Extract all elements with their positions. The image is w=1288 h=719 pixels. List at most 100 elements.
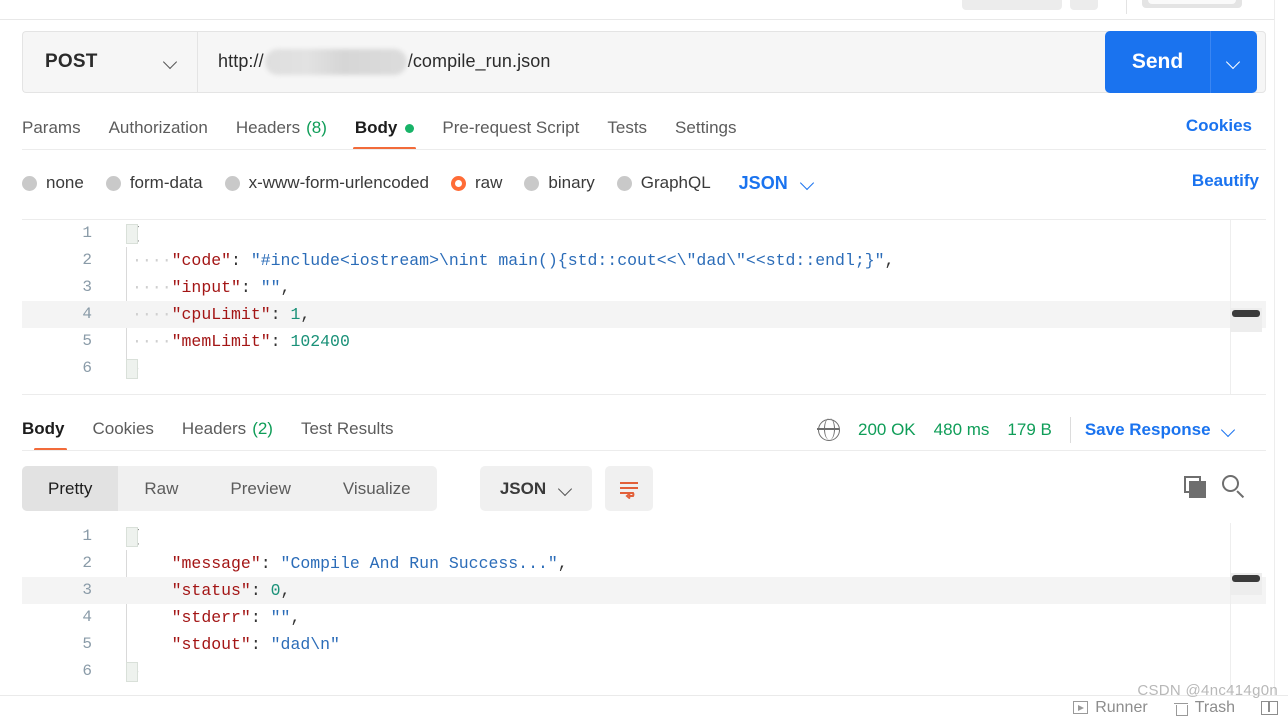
code-text: ····"cpuLimit": 1, bbox=[132, 305, 311, 324]
fold-marker[interactable] bbox=[126, 662, 138, 682]
response-tab-test-results[interactable]: Test Results bbox=[287, 409, 408, 449]
body-type-graphql[interactable]: GraphQL bbox=[616, 173, 711, 193]
fold-marker[interactable] bbox=[126, 527, 138, 547]
view-mode-label: Pretty bbox=[48, 478, 93, 498]
code-line: 1{ bbox=[22, 523, 1266, 550]
body-type-label: form-data bbox=[129, 173, 203, 192]
top-cropped-toolbar bbox=[0, 0, 1288, 20]
fold-marker[interactable] bbox=[126, 359, 138, 379]
request-tab-params[interactable]: Params bbox=[22, 108, 95, 148]
response-body-viewer[interactable]: 1{2 "message": "Compile And Run Success.… bbox=[22, 523, 1266, 695]
request-body-editor[interactable]: 1{2 ····"code": "#include<iostream>\nint … bbox=[22, 219, 1266, 395]
body-type-form-data[interactable]: form-data bbox=[105, 173, 203, 193]
play-icon bbox=[1073, 701, 1089, 714]
request-scroll-track[interactable] bbox=[1230, 220, 1266, 394]
trash-button[interactable]: Trash bbox=[1173, 699, 1235, 717]
body-type-x-www-form-urlencoded[interactable]: x-www-form-urlencoded bbox=[224, 173, 429, 193]
code-text: "status": 0, bbox=[171, 581, 291, 600]
url-suffix: /compile_run.json bbox=[407, 50, 551, 71]
search-button[interactable] bbox=[1222, 475, 1248, 501]
response-status: 200 OK bbox=[858, 420, 916, 439]
request-tab-authorization[interactable]: Authorization bbox=[95, 108, 222, 148]
request-tab-tests[interactable]: Tests bbox=[593, 108, 661, 148]
line-number: 4 bbox=[82, 305, 92, 323]
radio-icon[interactable] bbox=[524, 175, 540, 191]
search-icon bbox=[1222, 475, 1239, 492]
request-tab-headers[interactable]: Headers (8) bbox=[222, 108, 341, 148]
layout-toggle-button[interactable] bbox=[1261, 700, 1278, 715]
response-tab-label: Cookies bbox=[92, 419, 154, 438]
body-type-binary[interactable]: binary bbox=[524, 173, 595, 193]
body-type-none[interactable]: none bbox=[22, 173, 84, 193]
response-tab-headers[interactable]: Headers (2) bbox=[168, 409, 287, 449]
code-line: 2 ····"code": "#include<iostream>\nint ma… bbox=[22, 247, 1266, 274]
response-tab-count: (2) bbox=[252, 419, 273, 438]
request-tab-settings[interactable]: Settings bbox=[661, 108, 750, 148]
response-tab-bar: Body Cookies Headers (2) Test Results bbox=[22, 409, 842, 451]
search-icon-handle bbox=[1236, 490, 1245, 499]
request-tab-pre-request-script[interactable]: Pre-request Script bbox=[428, 108, 593, 148]
response-tab-body[interactable]: Body bbox=[22, 409, 79, 451]
code-text: "stderr": "", bbox=[171, 608, 301, 627]
copy-button[interactable] bbox=[1184, 476, 1210, 502]
request-tab-label: Authorization bbox=[108, 118, 208, 137]
http-method-label: POST bbox=[45, 51, 98, 72]
right-rail bbox=[1274, 0, 1288, 719]
radio-icon[interactable] bbox=[224, 175, 240, 191]
request-tab-label: Headers bbox=[235, 118, 301, 137]
response-horizontal-scrollbar[interactable] bbox=[1232, 575, 1260, 582]
response-format-label: JSON bbox=[499, 478, 547, 498]
response-view-mode-group: Pretty Raw Preview Visualize bbox=[22, 466, 437, 511]
request-tab-label: Params bbox=[22, 118, 81, 137]
runner-button[interactable]: Runner bbox=[1073, 699, 1148, 717]
response-format-dropdown[interactable]: JSON bbox=[480, 466, 592, 511]
view-mode-preview[interactable]: Preview bbox=[204, 466, 316, 511]
code-line: 1{ bbox=[22, 220, 1266, 247]
send-button-group[interactable]: Send bbox=[1105, 31, 1257, 93]
code-line: 4 ····"cpuLimit": 1, bbox=[22, 301, 1266, 328]
chevron-down-icon bbox=[802, 177, 814, 189]
radio-icon[interactable] bbox=[451, 175, 467, 191]
request-horizontal-scrollbar[interactable] bbox=[1232, 310, 1260, 317]
url-prefix: http:// bbox=[218, 50, 264, 71]
response-toolbar: Pretty Raw Preview Visualize JSON bbox=[22, 466, 1266, 512]
line-number: 1 bbox=[82, 224, 92, 242]
request-tab-body[interactable]: Body bbox=[341, 108, 429, 150]
tab-divider bbox=[22, 149, 1266, 150]
globe-icon bbox=[817, 418, 840, 441]
response-scroll-track[interactable] bbox=[1230, 523, 1266, 695]
send-button[interactable]: Send bbox=[1105, 31, 1210, 93]
code-line: 5 ····"memLimit": 102400 bbox=[22, 328, 1266, 355]
view-mode-label: Raw bbox=[144, 478, 179, 498]
request-tab-bar: Params Authorization Headers (8) Body Pre-req… bbox=[22, 108, 1266, 150]
wrap-lines-button[interactable] bbox=[605, 466, 653, 511]
layout-icon bbox=[1261, 700, 1278, 715]
response-code-lines: 1{2 "message": "Compile And Run Success.… bbox=[22, 523, 1266, 685]
radio-icon[interactable] bbox=[105, 175, 121, 191]
send-options-button[interactable] bbox=[1211, 31, 1257, 93]
view-mode-label: Preview bbox=[230, 478, 291, 498]
raw-format-dropdown[interactable]: JSON bbox=[739, 173, 814, 194]
postman-window: POST http:// /compile_run.json Send Param… bbox=[0, 0, 1288, 719]
http-method-dropdown[interactable]: POST bbox=[22, 31, 197, 93]
response-tab-label: Body bbox=[22, 419, 65, 438]
response-divider bbox=[22, 450, 1266, 451]
chevron-down-icon[interactable] bbox=[1223, 424, 1235, 436]
url-redacted-host bbox=[264, 49, 407, 75]
save-response-button[interactable]: Save Response bbox=[1085, 420, 1211, 440]
request-url-bar: POST http:// /compile_run.json bbox=[22, 31, 1266, 93]
line-number: 1 bbox=[82, 527, 92, 545]
fold-marker[interactable] bbox=[126, 224, 138, 244]
body-type-label: GraphQL bbox=[640, 173, 711, 192]
beautify-button[interactable]: Beautify bbox=[1192, 171, 1259, 191]
radio-icon[interactable] bbox=[22, 175, 37, 191]
line-number: 5 bbox=[82, 635, 92, 653]
view-mode-raw[interactable]: Raw bbox=[118, 466, 204, 511]
response-tab-cookies[interactable]: Cookies bbox=[79, 409, 168, 449]
view-mode-pretty[interactable]: Pretty bbox=[22, 466, 119, 511]
cookies-link[interactable]: Cookies bbox=[1186, 116, 1252, 136]
body-type-raw[interactable]: raw bbox=[451, 173, 502, 193]
modified-dot-icon bbox=[405, 123, 415, 133]
radio-icon[interactable] bbox=[616, 175, 632, 191]
view-mode-visualize[interactable]: Visualize bbox=[317, 466, 437, 511]
